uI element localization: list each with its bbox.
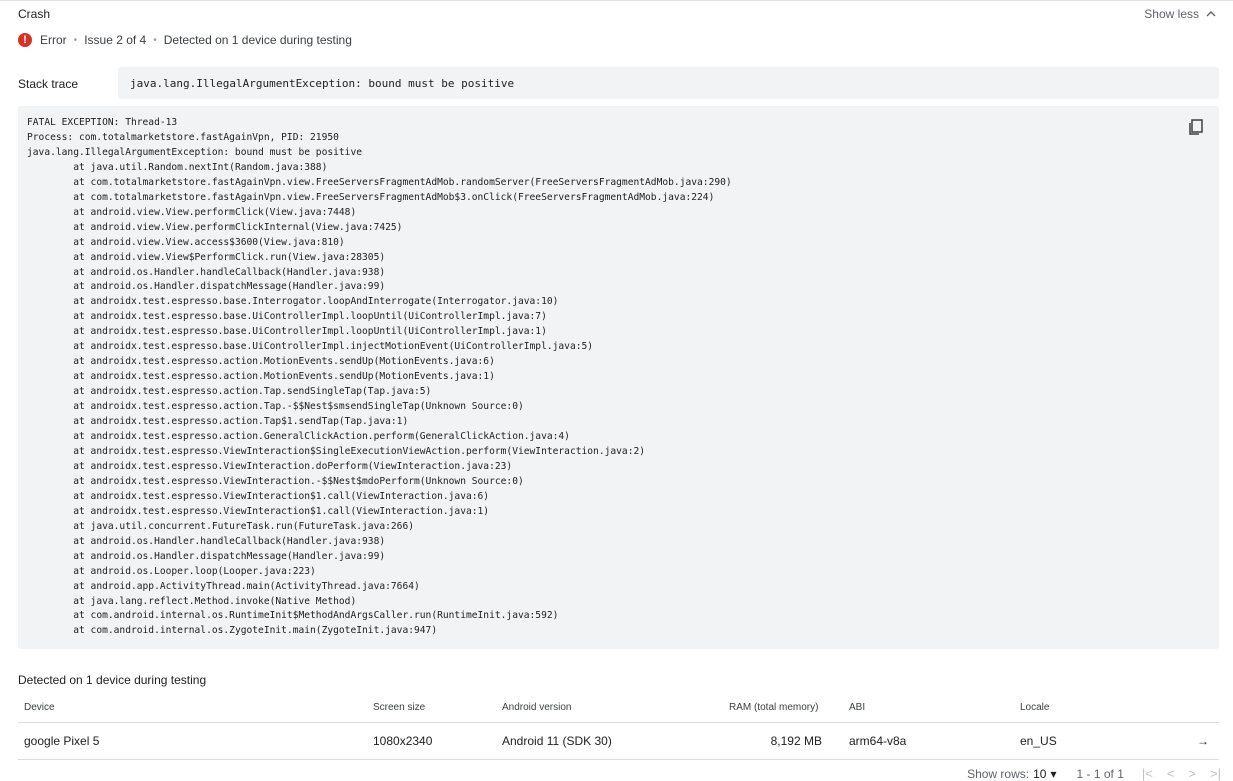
devices-table: Device Screen size Android version RAM (… — [18, 693, 1219, 760]
show-rows-label: Show rows: — [967, 766, 1030, 781]
section-title: Crash — [18, 7, 51, 21]
page-range: 1 - 1 of 1 — [1076, 766, 1124, 781]
col-locale: Locale — [1020, 693, 1170, 723]
cell-android-version: Android 11 (SDK 30) — [502, 722, 729, 760]
cell-device: google Pixel 5 — [18, 722, 373, 760]
col-abi: ABI — [849, 693, 1020, 723]
col-ram: RAM (total memory) — [729, 693, 849, 723]
copy-icon[interactable] — [1187, 118, 1205, 136]
col-action — [1170, 693, 1219, 723]
stack-trace-panel: FATAL EXCEPTION: Thread-13 Process: com.… — [18, 106, 1219, 649]
issue-position: Issue 2 of 4 — [84, 33, 147, 47]
stack-trace-label: Stack trace — [18, 77, 79, 91]
show-less-label: Show less — [1144, 7, 1199, 21]
ram-value: 8,192 MB — [770, 734, 822, 748]
devices-title: Detected on 1 device during testing — [18, 673, 207, 687]
col-screen-size: Screen size — [373, 693, 502, 723]
chevron-up-icon — [1206, 11, 1216, 17]
issue-meta: ! Error • Issue 2 of 4 • Detected on 1 d… — [18, 33, 352, 47]
col-device: Device — [18, 693, 373, 723]
dropdown-caret-icon: ▾ — [1050, 766, 1057, 781]
arrow-right-icon[interactable]: → — [1170, 722, 1219, 760]
severity-label: Error — [40, 33, 67, 47]
detected-summary: Detected on 1 device during testing — [163, 33, 352, 47]
top-divider — [0, 0, 1233, 1]
stack-trace-summary: java.lang.IllegalArgumentException: boun… — [130, 77, 515, 90]
stack-trace-full: FATAL EXCEPTION: Thread-13 Process: com.… — [27, 117, 732, 637]
cell-screen-size: 1080x2340 — [373, 722, 502, 760]
rows-per-page-select[interactable]: 10 ▾ — [1033, 767, 1056, 781]
col-android-version: Android version — [502, 693, 729, 723]
stack-trace-summary-box: java.lang.IllegalArgumentException: boun… — [118, 67, 1219, 99]
cell-abi: arm64-v8a — [849, 722, 1020, 760]
table-header-row: Device Screen size Android version RAM (… — [18, 693, 1219, 723]
error-icon: ! — [18, 33, 32, 47]
show-less-button[interactable]: Show less — [1144, 7, 1217, 21]
cell-ram: 8,192 MB — [729, 722, 849, 760]
separator-dot: • — [153, 34, 157, 46]
separator-dot: • — [73, 34, 78, 46]
table-row[interactable]: google Pixel 5 1080x2340 Android 11 (SDK… — [18, 722, 1219, 760]
cell-locale: en_US — [1020, 722, 1170, 760]
rows-per-page-value: 10 — [1033, 766, 1047, 781]
